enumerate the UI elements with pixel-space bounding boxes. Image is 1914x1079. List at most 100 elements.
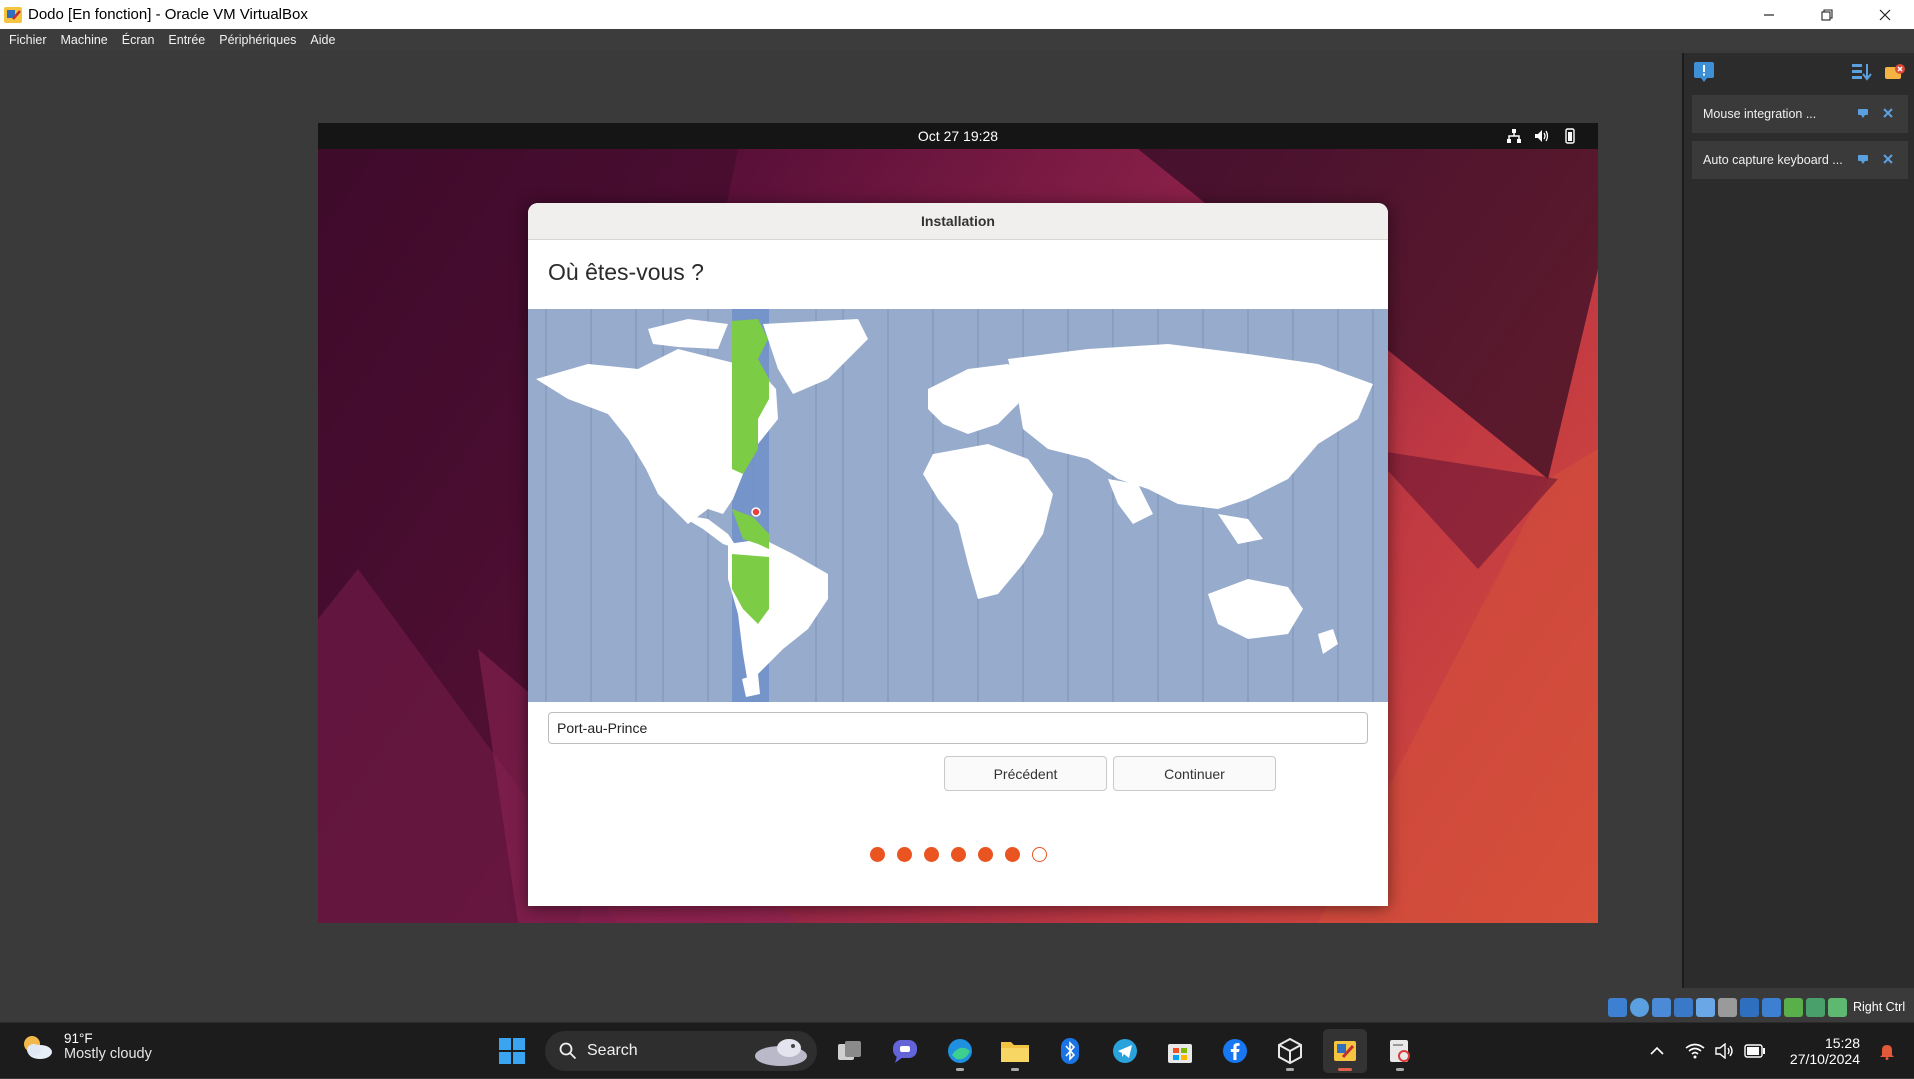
taskbar-clock[interactable]: 15:28 27/10/2024 <box>1790 1035 1860 1067</box>
taskbar-search[interactable]: Search <box>545 1031 817 1071</box>
guest-display[interactable]: Oct 27 19:28 Installation Où êtes-vous ? <box>318 123 1598 923</box>
windows-taskbar: 91°F Mostly cloudy Search 15:28 27/10/20… <box>0 1022 1914 1078</box>
vm-status-bar: Right Ctrl <box>1608 996 1914 1018</box>
minimize-icon[interactable] <box>1740 0 1798 29</box>
toggle-message-icon[interactable] <box>1857 107 1869 119</box>
back-button[interactable]: Précédent <box>944 756 1107 791</box>
progress-dot-done <box>977 847 993 862</box>
progress-dot-current <box>1031 847 1047 862</box>
location-question: Où êtes-vous ? <box>548 259 704 285</box>
notification-center-icon[interactable] <box>1693 61 1715 83</box>
weather-condition: Mostly cloudy <box>64 1046 152 1062</box>
show-hidden-icons-chevron-up-icon[interactable] <box>1642 1039 1672 1063</box>
progress-dot-done <box>923 847 939 862</box>
bluetooth-icon <box>1061 1038 1079 1064</box>
ubuntu-top-bar: Oct 27 19:28 <box>318 123 1598 149</box>
virtualbox-vm-button[interactable] <box>1323 1029 1367 1073</box>
facebook-icon <box>1223 1039 1247 1063</box>
weather-temperature: 91°F <box>64 1031 93 1046</box>
virtualbox-icon <box>1334 1041 1356 1061</box>
hard-disk-icon[interactable] <box>1608 997 1627 1017</box>
progress-dot-done <box>1004 847 1020 862</box>
progress-dot-done <box>896 847 912 862</box>
sort-icon[interactable] <box>1850 61 1872 83</box>
message-text: Mouse integration ... <box>1703 107 1817 121</box>
keyboard-capture-icon[interactable] <box>1828 997 1847 1017</box>
file-explorer-button[interactable] <box>993 1029 1037 1073</box>
chat-icon <box>893 1040 917 1063</box>
timezone-map[interactable] <box>528 309 1388 702</box>
window-titlebar: Dodo [En fonction] - Oracle VM VirtualBo… <box>0 0 1914 29</box>
speaker-icon[interactable] <box>1710 1039 1740 1063</box>
snipping-tool-button[interactable] <box>1378 1029 1422 1073</box>
optical-drive-icon[interactable] <box>1630 997 1649 1017</box>
installer-dialog: Installation Où êtes-vous ? Port-au-Prin… <box>528 203 1388 906</box>
edge-button[interactable] <box>938 1029 982 1073</box>
restore-icon[interactable] <box>1798 0 1856 29</box>
clock-date: 27/10/2024 <box>1789 1051 1860 1067</box>
start-button[interactable] <box>490 1029 534 1073</box>
search-label: Search <box>587 1042 638 1059</box>
bluetooth-button[interactable] <box>1048 1029 1092 1073</box>
usb-icon[interactable] <box>1696 997 1715 1017</box>
audio-icon[interactable] <box>1652 997 1671 1017</box>
facebook-button[interactable] <box>1213 1029 1257 1073</box>
battery-icon[interactable] <box>1562 128 1578 144</box>
cube-icon <box>1278 1037 1302 1065</box>
dialog-header: Installation <box>528 203 1388 240</box>
task-view-icon <box>838 1041 861 1060</box>
weather-cloud-icon <box>24 1035 52 1059</box>
volume-icon[interactable] <box>1534 128 1550 144</box>
telegram-button[interactable] <box>1103 1029 1147 1073</box>
toggle-message-icon[interactable] <box>1857 153 1869 165</box>
store-icon <box>1168 1044 1192 1063</box>
menu-fichier[interactable]: Fichier <box>9 33 47 47</box>
progress-dots <box>528 847 1388 862</box>
virtualbox-app-icon <box>4 6 22 23</box>
message-auto-capture-keyboard: Auto capture keyboard ... <box>1692 141 1908 179</box>
battery-status-icon[interactable] <box>1740 1039 1770 1063</box>
display-icon[interactable] <box>1740 997 1759 1017</box>
mouse-integration-icon[interactable] <box>1806 997 1825 1017</box>
search-icon <box>559 1042 577 1060</box>
menu-entree[interactable]: Entrée <box>168 33 205 47</box>
message-text: Auto capture keyboard ... <box>1703 153 1843 167</box>
edge-icon <box>948 1039 972 1063</box>
clock-time: 15:28 <box>1824 1035 1860 1051</box>
cpu-icon[interactable] <box>1784 997 1803 1017</box>
menubar: Fichier Machine Écran Entrée Périphériqu… <box>0 29 1914 50</box>
network-icon[interactable] <box>1506 128 1522 144</box>
menu-aide[interactable]: Aide <box>310 33 335 47</box>
menu-peripheriques[interactable]: Périphériques <box>219 33 296 47</box>
message-mouse-integration: Mouse integration ... <box>1692 95 1908 133</box>
close-message-icon[interactable] <box>1882 107 1894 119</box>
ubuntu-clock[interactable]: Oct 27 19:28 <box>318 128 1598 144</box>
task-view-button[interactable] <box>828 1029 872 1073</box>
teams-chat-button[interactable] <box>883 1029 927 1073</box>
dialog-title: Installation <box>921 213 995 229</box>
notification-bell-icon[interactable] <box>1872 1039 1902 1063</box>
microsoft-store-button[interactable] <box>1158 1029 1202 1073</box>
snipping-tool-icon <box>1390 1040 1410 1062</box>
continue-button[interactable]: Continuer <box>1113 756 1276 791</box>
wifi-icon[interactable] <box>1680 1039 1710 1063</box>
timezone-field[interactable] <box>548 712 1368 744</box>
clear-all-icon[interactable] <box>1884 61 1906 83</box>
windows-logo-icon <box>499 1038 525 1064</box>
folder-icon <box>1001 1042 1029 1062</box>
close-message-icon[interactable] <box>1882 153 1894 165</box>
virtualbox-manager-button[interactable] <box>1268 1029 1312 1073</box>
notification-panel: Mouse integration ... Auto capture keybo… <box>1682 53 1914 988</box>
menu-machine[interactable]: Machine <box>61 33 108 47</box>
progress-dot-done <box>869 847 885 862</box>
window-title: Dodo [En fonction] - Oracle VM VirtualBo… <box>28 6 308 23</box>
host-key-label: Right Ctrl <box>1853 1000 1906 1014</box>
close-icon[interactable] <box>1856 0 1914 29</box>
menu-ecran[interactable]: Écran <box>122 33 155 47</box>
recording-icon[interactable] <box>1762 997 1781 1017</box>
timezone-input[interactable] <box>557 720 1367 736</box>
network-adapter-icon[interactable] <box>1674 997 1693 1017</box>
progress-dot-done <box>950 847 966 862</box>
shared-folders-icon[interactable] <box>1718 997 1737 1017</box>
weather-widget[interactable]: 91°F Mostly cloudy <box>20 1031 152 1062</box>
